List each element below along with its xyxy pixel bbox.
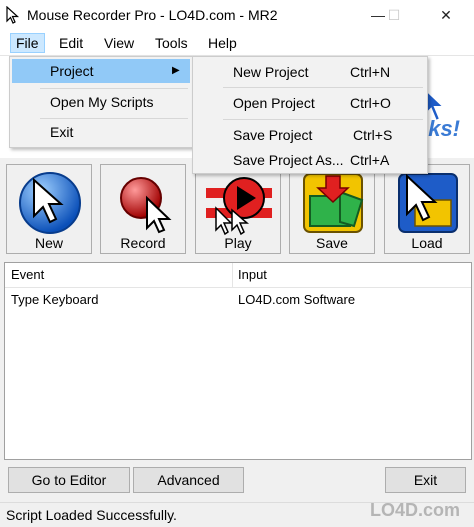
save-icon [303, 173, 364, 233]
submenu-arrow-icon: ▶ [172, 65, 180, 76]
menu-separator [223, 119, 423, 120]
record-icon [120, 177, 172, 234]
menu-file[interactable]: File [10, 33, 45, 53]
menu-item-save-project-as[interactable]: Save Project As... Ctrl+A [195, 148, 425, 172]
record-label: Record [120, 235, 166, 251]
load-button[interactable]: Load [384, 164, 470, 254]
open-project-label: Open Project [233, 95, 315, 111]
save-label: Save [316, 235, 348, 251]
save-project-as-label: Save Project As... [233, 152, 344, 168]
menu-help[interactable]: Help [203, 33, 242, 53]
list-header: Event Input [5, 263, 471, 288]
menu-item-exit[interactable]: Exit [12, 120, 190, 144]
record-button[interactable]: Record [100, 164, 186, 254]
load-label: Load [411, 235, 443, 251]
save-button[interactable]: Save [289, 164, 375, 254]
menu-item-open-scripts[interactable]: Open My Scripts [12, 90, 190, 114]
menu-bar: File Edit View Tools Help [0, 31, 474, 56]
row-event-cell: Type Keyboard [11, 292, 99, 307]
status-text: Script Loaded Successfully. [6, 507, 177, 523]
column-header-event[interactable]: Event [11, 267, 44, 282]
menu-item-save-project[interactable]: Save Project Ctrl+S [195, 123, 425, 147]
open-project-shortcut: Ctrl+O [350, 95, 391, 111]
menu-separator [40, 118, 188, 119]
menu-item-open-scripts-label: Open My Scripts [50, 94, 154, 110]
play-icon [206, 177, 272, 236]
table-row[interactable]: Type Keyboard LO4D.com Software [5, 289, 471, 309]
project-submenu: New Project Ctrl+N Open Project Ctrl+O S… [192, 56, 428, 174]
save-project-label: Save Project [233, 127, 313, 143]
play-button[interactable]: Play [195, 164, 281, 254]
close-button[interactable]: ✕ [432, 4, 460, 26]
load-icon [398, 173, 458, 233]
watermark-logo: LO4D.com [369, 500, 460, 520]
menu-item-project-label: Project [50, 63, 94, 79]
save-project-shortcut: Ctrl+S [353, 127, 393, 143]
menu-item-project[interactable]: Project ▶ [12, 59, 190, 83]
window-title: Mouse Recorder Pro - LO4D.com - MR2 [27, 7, 278, 23]
menu-item-exit-label: Exit [50, 124, 74, 140]
menu-item-open-project[interactable]: Open Project Ctrl+O [195, 91, 425, 115]
new-project-label: New Project [233, 64, 309, 80]
new-label: New [34, 235, 63, 251]
event-list[interactable]: Event Input Type Keyboard LO4D.com Softw… [4, 262, 472, 460]
title-bar: Mouse Recorder Pro - LO4D.com - MR2 — ☐ … [0, 0, 474, 31]
new-button[interactable]: New [6, 164, 92, 254]
row-input-cell: LO4D.com Software [238, 292, 356, 307]
play-label: Play [224, 235, 252, 251]
column-divider[interactable] [232, 263, 233, 287]
column-header-input[interactable]: Input [238, 267, 267, 282]
menu-tools[interactable]: Tools [150, 33, 193, 53]
maximize-button[interactable]: ☐ [380, 4, 408, 26]
menu-view[interactable]: View [99, 33, 139, 53]
exit-button[interactable]: Exit [385, 467, 466, 493]
go-to-editor-button[interactable]: Go to Editor [8, 467, 130, 493]
save-project-as-shortcut: Ctrl+A [350, 152, 390, 168]
file-menu-dropdown: Project ▶ Open My Scripts Exit [9, 56, 193, 148]
new-icon [19, 172, 81, 234]
advanced-button[interactable]: Advanced [133, 467, 244, 493]
app-mouse-icon [4, 5, 22, 24]
menu-edit[interactable]: Edit [54, 33, 88, 53]
menu-separator [40, 88, 188, 89]
menu-item-new-project[interactable]: New Project Ctrl+N [195, 60, 425, 84]
banner-text: ks! [428, 116, 460, 141]
menu-separator [223, 87, 423, 88]
new-project-shortcut: Ctrl+N [350, 64, 391, 80]
